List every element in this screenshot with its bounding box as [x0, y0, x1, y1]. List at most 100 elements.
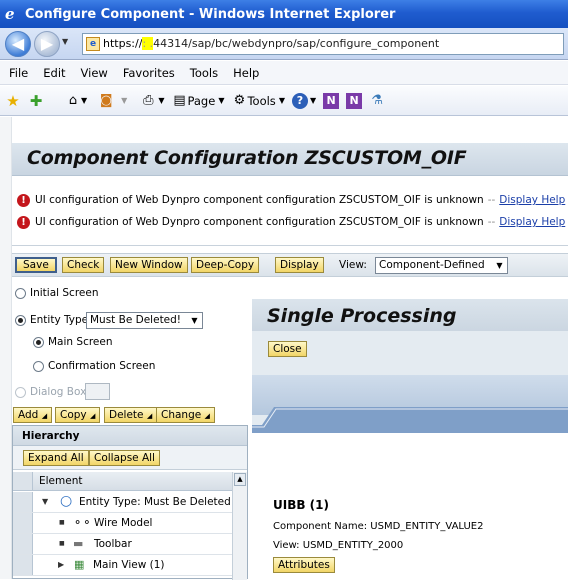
entity-type-label: Entity Type	[30, 314, 89, 326]
initial-screen-radio[interactable]	[15, 288, 26, 299]
url-path: 44314/sap/bc/webdynpro/sap/configure_com…	[153, 37, 440, 50]
bullet-icon: ■	[59, 519, 65, 526]
collapse-all-button[interactable]: Collapse All	[89, 450, 160, 466]
forward-button[interactable]: ▶	[34, 31, 60, 57]
tree-row-label: Main View (1)	[93, 559, 165, 571]
onenote-linked-icon[interactable]: N	[346, 92, 363, 109]
entity-type-radio[interactable]	[15, 315, 26, 326]
circle-icon: ○	[60, 493, 73, 509]
url-field[interactable]: e https://: .44314/sap/bc/webdynpro/sap/c…	[82, 33, 564, 55]
add-button-label: Add	[18, 409, 39, 421]
hierarchy-title: Hierarchy	[13, 426, 247, 446]
deep-copy-button[interactable]: Deep-Copy	[191, 257, 260, 273]
dropdown-arrow-icon: ◢	[146, 412, 153, 420]
tree-row[interactable]: ■ ⚬⚬ Wire Model	[13, 513, 247, 534]
menu-file[interactable]: File	[9, 66, 28, 80]
dropdown-arrow-icon: ◢	[204, 412, 210, 420]
favorites-star-icon[interactable]: ★	[5, 93, 21, 109]
delete-button[interactable]: Delete ◢	[104, 407, 158, 423]
menu-view[interactable]: View	[81, 66, 108, 80]
help-dropdown-icon: ▼	[309, 96, 317, 105]
tree-row[interactable]: ■ ▬ Toolbar	[13, 534, 247, 555]
component-name-label: Component Name:	[273, 521, 368, 532]
element-column-label: Element	[39, 475, 83, 487]
save-button[interactable]: Save	[15, 257, 57, 273]
page-icon: ▤	[173, 92, 186, 108]
check-button[interactable]: Check	[62, 257, 105, 273]
tree-row[interactable]: ▶ ▦ Main View (1)	[13, 555, 247, 576]
home-button[interactable]: ⌂ ▼	[65, 93, 87, 109]
page-dropdown-icon: ▼	[218, 96, 225, 105]
history-dropdown-icon[interactable]: ▼	[62, 37, 68, 46]
tools-menu[interactable]: ⚙ Tools ▼	[231, 93, 285, 109]
copy-button-label: Copy	[60, 409, 87, 421]
confirmation-screen-label: Confirmation Screen	[48, 360, 156, 372]
page-menu[interactable]: ▤ Page ▼	[171, 93, 224, 109]
bullet-icon: ■	[59, 540, 65, 547]
message-separator: --	[487, 194, 496, 206]
ie-logo-icon: e	[5, 5, 15, 23]
row-selector[interactable]	[13, 492, 33, 512]
dropdown-arrow-icon: ◢	[89, 412, 96, 420]
confirmation-screen-radio[interactable]	[33, 361, 44, 372]
main-toolbar: Save Check New Window Deep-Copy Display …	[12, 253, 568, 277]
page-content: Component Configuration ZSCUSTOM_OIF ! U…	[0, 117, 568, 580]
display-button[interactable]: Display	[275, 257, 324, 273]
close-button[interactable]: Close	[268, 341, 307, 357]
row-selector[interactable]	[13, 534, 33, 554]
new-window-button[interactable]: New Window	[110, 257, 188, 273]
select-all-cell[interactable]	[13, 472, 33, 490]
component-name-value: USMD_ENTITY_VALUE2	[370, 521, 484, 532]
gear-icon: ⚙	[233, 92, 246, 108]
message-row-2: ! UI configuration of Web Dynpro compone…	[17, 214, 565, 230]
window-titlebar: e Configure Component - Windows Internet…	[0, 0, 568, 28]
expand-triangle-icon[interactable]: ▼	[42, 492, 48, 512]
menu-bar: File Edit View Favorites Tools Help	[0, 61, 568, 85]
menu-help[interactable]: Help	[233, 66, 259, 80]
menu-favorites[interactable]: Favorites	[123, 66, 175, 80]
view-label: View:	[339, 259, 367, 271]
menu-edit[interactable]: Edit	[43, 66, 65, 80]
onenote-icon[interactable]: N	[323, 92, 340, 109]
add-favorite-icon[interactable]: ✚	[28, 93, 44, 109]
url-scheme: https://	[103, 37, 143, 50]
collapse-triangle-icon[interactable]: ▶	[58, 555, 64, 575]
main-screen-label: Main Screen	[48, 336, 113, 348]
page-title: Component Configuration ZSCUSTOM_OIF	[27, 147, 467, 169]
menu-tools[interactable]: Tools	[190, 66, 218, 80]
feed-dropdown-icon[interactable]: ▼	[121, 96, 127, 105]
view-select[interactable]: Component-Defined ▼	[375, 257, 508, 274]
dialog-box-field	[85, 383, 110, 400]
scroll-up-icon[interactable]: ▲	[234, 473, 246, 486]
row-selector[interactable]	[13, 513, 33, 533]
tools-menu-label: Tools	[247, 93, 276, 108]
attributes-button[interactable]: Attributes	[273, 557, 335, 573]
add-button[interactable]: Add ◢	[13, 407, 53, 423]
tabstrip-shape	[252, 407, 568, 433]
tree-row-label: Wire Model	[94, 517, 153, 529]
copy-button[interactable]: Copy ◢	[55, 407, 101, 423]
help-button[interactable]: ? ▼	[291, 92, 317, 109]
window-title: Configure Component - Windows Internet E…	[25, 6, 396, 22]
message-separator: --	[487, 216, 496, 228]
display-help-link[interactable]: Display Help	[499, 194, 565, 206]
expand-all-button[interactable]: Expand All	[23, 450, 89, 466]
print-button[interactable]: ⎙ ▼	[140, 93, 164, 109]
main-screen-radio[interactable]	[33, 337, 44, 348]
print-dropdown-icon: ▼	[158, 96, 165, 105]
display-help-link[interactable]: Display Help	[499, 216, 565, 228]
row-selector[interactable]	[13, 555, 33, 575]
research-icon[interactable]: ⚗	[369, 93, 385, 109]
page-menu-label: Page	[187, 93, 216, 108]
tree-row[interactable]: ▼ ○ Entity Type: Must Be Deleted!	[13, 492, 247, 513]
vertical-scrollbar[interactable]: ▲	[232, 472, 247, 580]
entity-type-select[interactable]: Must Be Deleted! ▼	[86, 312, 203, 329]
address-bar: ◀ ▶ ▼ e https://: .44314/sap/bc/webdynpro…	[0, 28, 568, 60]
chevron-down-icon: ▼	[191, 316, 198, 325]
tools-dropdown-icon: ▼	[278, 96, 285, 105]
back-button[interactable]: ◀	[5, 31, 31, 57]
change-button[interactable]: Change ◢	[156, 407, 215, 423]
home-icon: ⌂	[68, 92, 78, 108]
rss-feed-icon[interactable]: ◙	[98, 93, 114, 109]
help-icon: ?	[291, 92, 308, 109]
